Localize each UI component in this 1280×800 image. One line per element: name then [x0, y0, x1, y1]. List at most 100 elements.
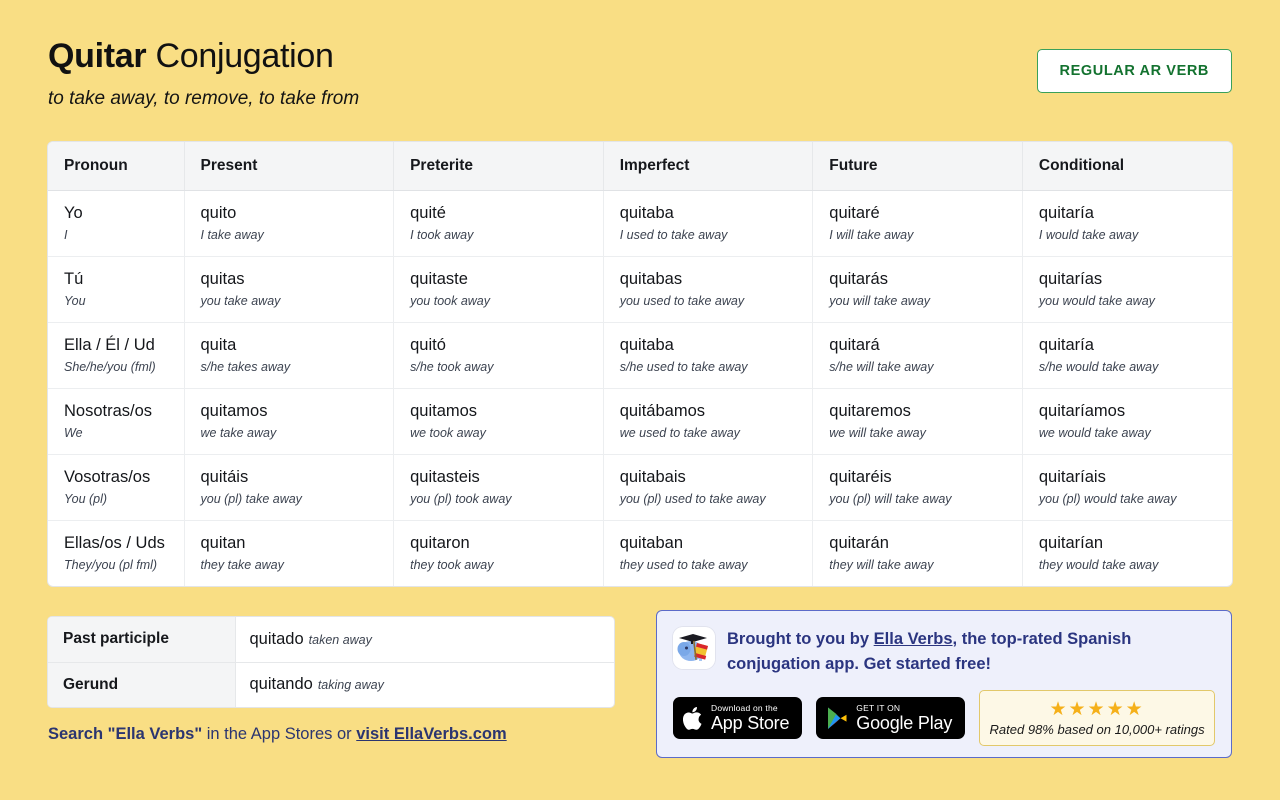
cell-conditional: quitarías you would take away: [1022, 256, 1232, 323]
cell-conditional: quitarían they would take away: [1022, 521, 1232, 587]
rating-text: Rated 98% based on 10,000+ ratings: [989, 721, 1205, 737]
conjugation-form: quitabais: [619, 468, 686, 486]
app-store-search-line: Search "Ella Verbs" in the App Stores or…: [48, 723, 507, 745]
cell-conditional: quitaría I would take away: [1022, 190, 1232, 257]
conjugation-form: quitasteis: [410, 468, 480, 486]
conjugation-form: quitaron: [410, 534, 470, 552]
pronoun-gloss: They/you (pl fml): [64, 558, 158, 572]
promo-text: Brought to you by Ella Verbs, the top-ra…: [727, 625, 1215, 677]
pronoun-gloss: You: [64, 294, 86, 308]
conjugation-form: quitas: [200, 270, 245, 288]
conjugation-form: quitábamos: [619, 402, 705, 420]
google-play-small-text: GET IT ON: [856, 702, 901, 713]
verb-forms-table: Past participle quitado taken away Gerund…: [48, 617, 614, 707]
table-row: Gerund quitando taking away: [48, 662, 614, 707]
past-participle-label: Past participle: [48, 617, 236, 663]
conjugation-gloss: they take away: [200, 558, 284, 572]
promo-header-row: Brought to you by Ella Verbs, the top-ra…: [673, 625, 1215, 677]
conjugation-gloss: they would take away: [1038, 558, 1159, 572]
pronoun-text: Nosotras/os: [64, 402, 153, 420]
cell-preterite: quitaste you took away: [393, 256, 604, 323]
cell-imperfect: quitabas you used to take away: [603, 256, 814, 323]
ella-verbs-link[interactable]: Ella Verbs: [874, 630, 953, 648]
google-play-big-text: Google Play: [856, 713, 953, 734]
pronoun-text: Yo: [64, 204, 83, 222]
conjugation-form: quitaríamos: [1038, 402, 1126, 420]
conjugation-gloss: s/he takes away: [200, 360, 291, 374]
pronoun-text: Ellas/os / Uds: [64, 534, 165, 552]
past-participle-word: quitado: [249, 629, 304, 648]
conjugation-gloss: you (pl) will take away: [829, 492, 952, 506]
conjugation-gloss: you (pl) took away: [410, 492, 512, 506]
conjugation-gloss: you take away: [200, 294, 281, 308]
gerund-word: quitando: [249, 675, 313, 694]
verb-name: Quitar: [48, 37, 147, 75]
conjugation-gloss: I would take away: [1038, 228, 1139, 242]
cell-present: quitamos we take away: [184, 388, 395, 455]
conjugation-form: quitaría: [1038, 204, 1094, 222]
conjugation-form: quitaría: [1038, 336, 1094, 354]
table-row: Ellas/os / Uds They/you (pl fml) quitan …: [48, 520, 1232, 587]
app-store-big-text: App Store: [711, 713, 790, 734]
conjugation-gloss: I will take away: [829, 228, 914, 242]
conjugation-gloss: I took away: [410, 228, 474, 242]
ella-verbs-app-icon: [673, 627, 715, 669]
conjugation-gloss: you (pl) would take away: [1038, 492, 1177, 506]
cell-imperfect: quitaba I used to take away: [603, 190, 814, 257]
cell-pronoun: Tú You: [48, 256, 185, 323]
cell-pronoun: Nosotras/os We: [48, 388, 185, 455]
conjugation-form: quitáis: [200, 468, 249, 486]
pronoun-gloss: You (pl): [64, 492, 108, 506]
conjugation-gloss: you (pl) take away: [200, 492, 302, 506]
column-header-conditional: Conditional: [1022, 142, 1232, 191]
search-line-plain: in the App Stores or: [202, 725, 357, 743]
column-header-preterite: Preterite: [393, 142, 604, 191]
pronoun-text: Vosotras/os: [64, 468, 151, 486]
conjugation-table-container: Pronoun Present Preterite Imperfect Futu…: [48, 142, 1232, 586]
table-row: Nosotras/os We quitamos we take away qui…: [48, 388, 1232, 455]
conjugation-gloss: they used to take away: [619, 558, 748, 572]
conjugation-table: Pronoun Present Preterite Imperfect Futu…: [48, 142, 1232, 586]
conjugation-form: quitaréis: [829, 468, 892, 486]
past-participle-value-cell: quitado taken away: [235, 617, 614, 663]
cell-future: quitará s/he will take away: [812, 322, 1023, 389]
page-header: Quitar Conjugation to take away, to remo…: [48, 36, 1232, 126]
cell-imperfect: quitaban they used to take away: [603, 520, 814, 586]
cell-present: quito I take away: [184, 190, 395, 257]
cell-preterite: quitasteis you (pl) took away: [393, 454, 604, 521]
app-store-button[interactable]: Download on the App Store: [673, 697, 803, 739]
cell-conditional: quitaríamos we would take away: [1022, 388, 1232, 455]
conjugation-gloss: you will take away: [829, 294, 931, 308]
conjugation-form: quitamos: [410, 402, 478, 420]
cell-pronoun: Ellas/os / Uds They/you (pl fml): [48, 520, 185, 586]
conjugation-form: quitaríais: [1038, 468, 1106, 486]
conjugation-gloss: s/he used to take away: [619, 360, 748, 374]
pronoun-gloss: We: [64, 426, 83, 440]
cell-pronoun: Yo I: [48, 190, 185, 257]
conjugation-form: quitaste: [410, 270, 468, 288]
conjugation-form: quitaba: [619, 204, 674, 222]
conjugation-form: quitará: [829, 336, 880, 354]
conjugation-form: quitaremos: [829, 402, 911, 420]
ellaverbs-website-link[interactable]: visit EllaVerbs.com: [356, 725, 506, 743]
pronoun-text: Tú: [64, 270, 84, 288]
conjugation-form: quitó: [410, 336, 446, 354]
conjugation-form: quitarían: [1038, 534, 1104, 552]
cell-future: quitaréis you (pl) will take away: [812, 454, 1023, 521]
google-play-button[interactable]: GET IT ON Google Play: [816, 697, 966, 739]
column-header-pronoun: Pronoun: [48, 142, 185, 191]
cell-preterite: quitó s/he took away: [393, 322, 604, 389]
cell-preterite: quitamos we took away: [393, 388, 604, 455]
conjugation-form: quitarás: [829, 270, 888, 288]
table-row: Past participle quitado taken away: [48, 617, 614, 663]
pronoun-gloss: I: [64, 228, 68, 242]
cell-present: quitan they take away: [184, 520, 395, 586]
app-store-label: Download on the App Store: [711, 704, 789, 733]
app-store-small-text: Download on the: [711, 702, 778, 713]
conjugation-gloss: we took away: [410, 426, 486, 440]
gerund-label: Gerund: [48, 662, 236, 707]
conjugation-form: quitan: [200, 534, 246, 552]
conjugation-gloss: I used to take away: [619, 228, 728, 242]
apple-logo-icon: [683, 706, 702, 730]
pronoun-text: Ella / Él / Ud: [64, 336, 155, 354]
